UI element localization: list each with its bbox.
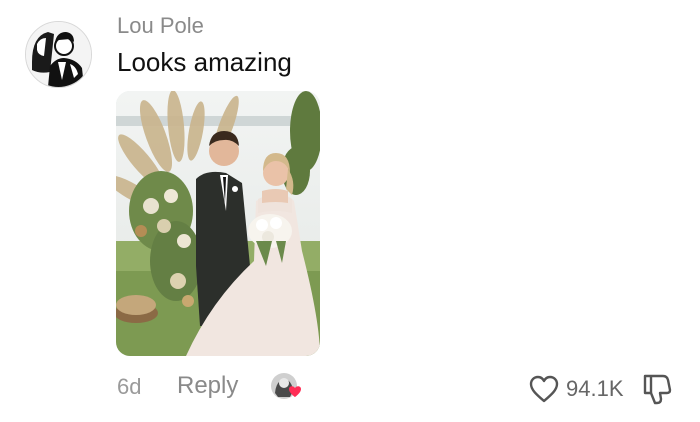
thumbs-down-outline-icon bbox=[643, 374, 672, 405]
creator-liked-badge bbox=[270, 371, 304, 403]
like-count: 94.1K bbox=[566, 376, 624, 401]
comment-text: Looks amazing bbox=[117, 47, 292, 77]
heart-outline-icon bbox=[529, 375, 559, 403]
reply-button[interactable]: Reply bbox=[177, 372, 238, 400]
user-avatar[interactable] bbox=[25, 21, 92, 88]
comment-username[interactable]: Lou Pole bbox=[117, 13, 204, 39]
comment-photo[interactable] bbox=[116, 91, 320, 356]
comment-timestamp: 6d bbox=[117, 374, 142, 399]
like-button[interactable]: 94.1K bbox=[528, 372, 624, 406]
dislike-button[interactable] bbox=[639, 372, 675, 406]
